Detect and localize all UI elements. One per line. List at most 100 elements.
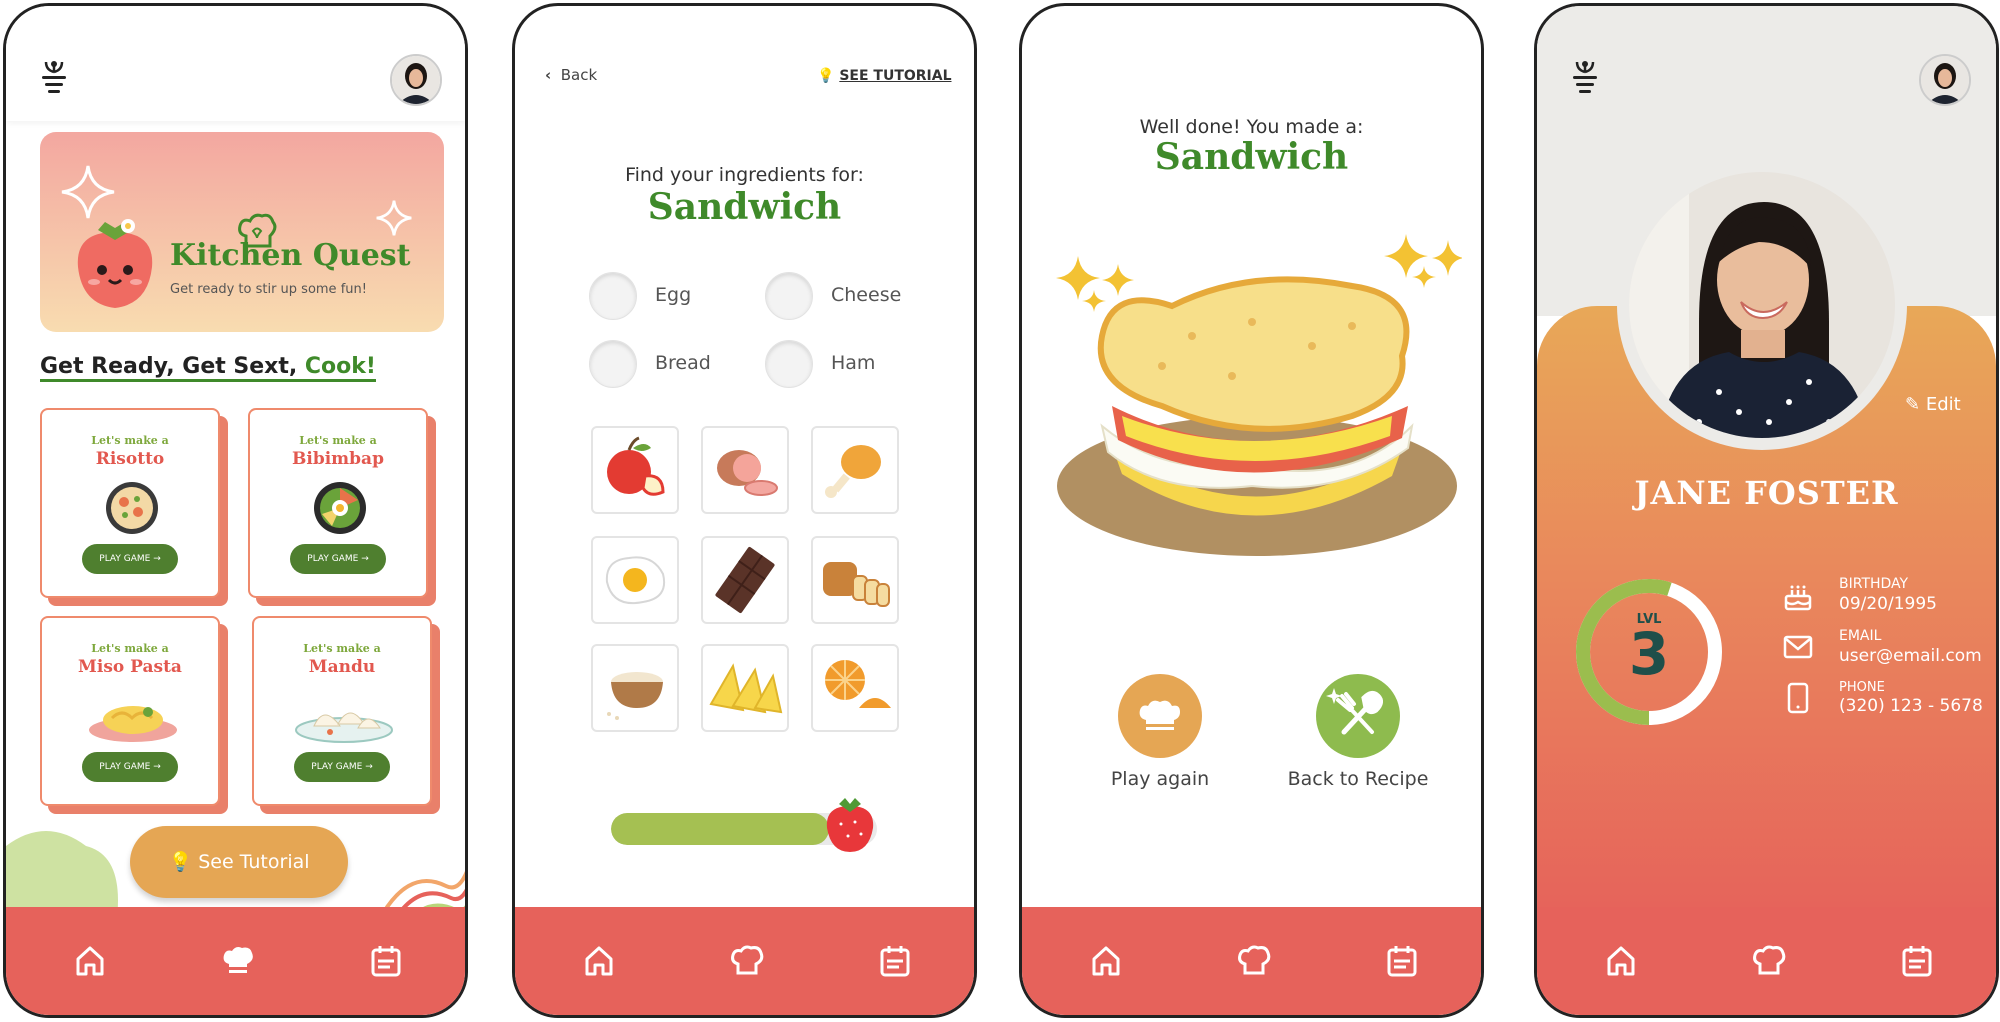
birthday-label: BIRTHDAY	[1839, 576, 1909, 592]
chef-hat-icon[interactable]	[1236, 943, 1272, 979]
ingredient-checkbox-ham[interactable]	[765, 340, 813, 388]
sandwich-illustration	[1056, 234, 1462, 556]
miso-pasta-icon	[89, 706, 177, 742]
progress-fill	[611, 813, 830, 845]
recipe-name: Bibimbap	[292, 449, 384, 469]
result-screen: Well done! You made a: Sandwich Play aga…	[1019, 3, 1484, 1018]
kitchen-quest-banner[interactable]: Kitchen Quest Get ready to stir up some …	[40, 132, 444, 332]
ham-icon	[717, 450, 778, 496]
game-screen: ‹ Back 💡 SEE TUTORIAL Find your ingredie…	[512, 3, 977, 1018]
recipe-card-miso-pasta[interactable]: Let's make a Miso Pasta PLAY GAME →	[40, 616, 220, 806]
chef-hat-icon[interactable]	[220, 943, 256, 979]
ingredient-label: Bread	[655, 352, 711, 374]
back-to-recipe-button[interactable]	[1316, 674, 1400, 758]
recipe-card-bibimbap[interactable]: Let's make a Bibimbap PLAY GAME →	[248, 408, 428, 598]
strawberry-mascot-icon	[77, 219, 153, 308]
profile-screen: ✎ Edit JANE FOSTER LVL 3 BIRTHDAY 09/20/…	[1534, 3, 1999, 1018]
calendar-icon[interactable]	[877, 943, 913, 979]
bread-loaf-icon	[823, 562, 890, 607]
level-number: 3	[1628, 620, 1670, 688]
recipe-name: Miso Pasta	[78, 657, 182, 677]
see-tutorial-label: See Tutorial	[198, 851, 310, 873]
see-tutorial-link[interactable]: 💡 SEE TUTORIAL	[817, 68, 952, 84]
play-game-label: PLAY GAME	[99, 554, 151, 564]
recipe-prefix: Let's make a	[91, 434, 169, 447]
home-icon[interactable]	[581, 943, 617, 979]
menu-icon[interactable]	[40, 60, 68, 98]
play-again-label: Play again	[1110, 768, 1210, 790]
home-icon[interactable]	[1088, 943, 1124, 979]
ingredient-label: Cheese	[831, 284, 902, 306]
chevron-left-icon: ‹	[545, 66, 552, 84]
food-tile-bread[interactable]	[811, 536, 899, 624]
ingredient-checkbox-bread[interactable]	[589, 340, 637, 388]
apple-icon	[607, 436, 665, 496]
banner-subtitle: Get ready to stir up some fun!	[170, 282, 367, 297]
arrow-right-icon: →	[153, 762, 161, 772]
ingredient-checkbox-cheese[interactable]	[765, 272, 813, 320]
chef-hat-icon[interactable]	[729, 943, 765, 979]
ingredient-label: Egg	[655, 284, 692, 306]
cheese-icon	[709, 663, 783, 714]
play-game-label: PLAY GAME	[99, 762, 151, 772]
food-tile-apple[interactable]	[591, 426, 679, 514]
food-tile-chocolate[interactable]	[701, 536, 789, 624]
recipe-prefix: Let's make a	[299, 434, 377, 447]
utensils-icon	[1326, 688, 1384, 735]
back-label: Back	[560, 66, 598, 84]
lightbulb-icon: 💡	[168, 851, 193, 873]
home-icon[interactable]	[72, 943, 108, 979]
email-icon	[1783, 635, 1813, 659]
ingredient-checkbox-egg[interactable]	[589, 272, 637, 320]
phone-label: PHONE	[1839, 680, 1885, 695]
profile-name: JANE FOSTER	[1634, 474, 1899, 512]
play-game-button[interactable]: PLAY GAME →	[294, 752, 390, 782]
chicken-leg-icon	[825, 445, 881, 498]
strawberry-icon	[826, 798, 874, 852]
menu-icon[interactable]	[1571, 60, 1599, 98]
calendar-icon[interactable]	[1384, 943, 1420, 979]
email-value: user@email.com	[1839, 646, 1982, 666]
calendar-icon[interactable]	[368, 943, 404, 979]
bottom-nav	[6, 907, 465, 1015]
bottom-nav	[515, 907, 974, 1015]
ingredient-label: Ham	[831, 352, 876, 374]
back-to-recipe-label: Back to Recipe	[1287, 768, 1429, 790]
food-tile-egg[interactable]	[591, 536, 679, 624]
back-link[interactable]: ‹ Back	[545, 66, 597, 84]
see-tutorial-label: SEE TUTORIAL	[839, 68, 952, 84]
calendar-icon[interactable]	[1899, 943, 1935, 979]
food-tile-cheese[interactable]	[701, 644, 789, 732]
dish-title: Sandwich	[647, 186, 842, 228]
fried-egg-icon	[605, 556, 665, 604]
play-game-button[interactable]: PLAY GAME →	[82, 544, 178, 574]
chef-hat-icon	[1139, 700, 1180, 730]
chef-hat-icon[interactable]	[1751, 943, 1787, 979]
risotto-icon	[106, 482, 158, 534]
edit-label: Edit	[1925, 394, 1961, 415]
birthday-cake-icon	[1784, 585, 1812, 611]
bibimbap-icon	[314, 482, 366, 534]
result-message: Well done! You made a:	[1139, 116, 1364, 138]
mandu-icon	[295, 712, 393, 743]
avatar[interactable]	[390, 54, 442, 106]
play-game-button[interactable]: PLAY GAME →	[290, 544, 386, 574]
food-tile-chicken[interactable]	[811, 426, 899, 514]
recipe-card-risotto[interactable]: Let's make a Risotto PLAY GAME →	[40, 408, 220, 598]
play-game-button[interactable]: PLAY GAME →	[82, 752, 178, 782]
home-icon[interactable]	[1603, 943, 1639, 979]
find-prompt: Find your ingredients for:	[625, 164, 864, 186]
recipe-card-mandu[interactable]: Let's make a Mandu PLAY GAME →	[252, 616, 432, 806]
food-tile-ham[interactable]	[701, 426, 789, 514]
avatar[interactable]	[1919, 54, 1971, 106]
heading-accent-text: Cook!	[304, 354, 376, 382]
recipe-name: Mandu	[308, 657, 376, 677]
play-again-button[interactable]	[1118, 674, 1202, 758]
edit-profile-button[interactable]: ✎ Edit	[1905, 394, 1961, 415]
food-tile-orange[interactable]	[811, 644, 899, 732]
phone-value: (320) 123 - 5678	[1839, 696, 1983, 716]
arrow-right-icon: →	[153, 554, 161, 564]
result-dish-title: Sandwich	[1154, 136, 1349, 178]
see-tutorial-button[interactable]: 💡 See Tutorial	[130, 826, 348, 898]
food-tile-rice[interactable]	[591, 644, 679, 732]
